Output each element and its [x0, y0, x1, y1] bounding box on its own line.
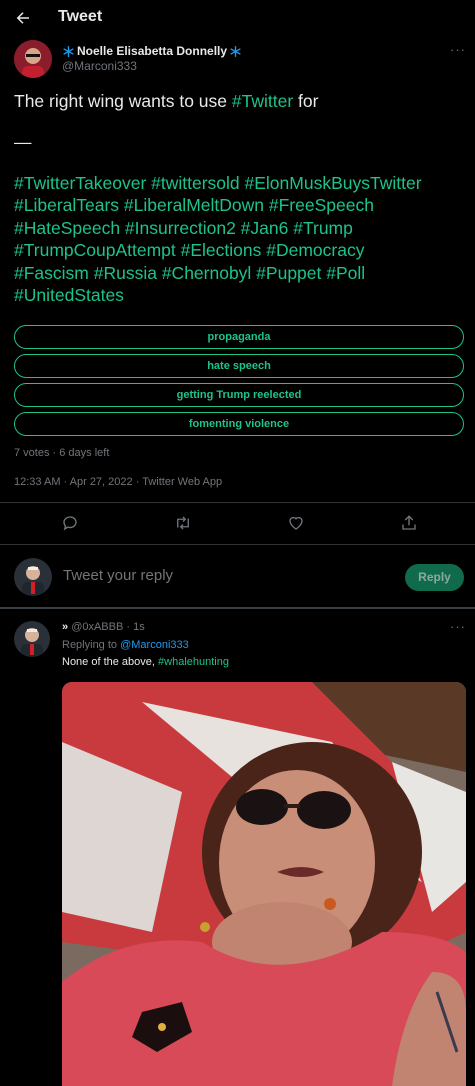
hashtag-link[interactable]: #Twitter [232, 91, 293, 111]
page-title: Tweet [58, 8, 103, 25]
poll-option-hate-speech[interactable]: hate speech [14, 354, 464, 378]
replying-prefix: Replying to [62, 639, 121, 651]
divider [0, 502, 475, 503]
divider [0, 607, 475, 609]
reply-author-handle: @0xABBB [71, 621, 124, 633]
reply-author-name: » [62, 621, 69, 633]
reply-icon[interactable] [61, 514, 79, 532]
poll-option-violence[interactable]: fomenting violence [14, 412, 464, 436]
reply-author[interactable]: » @0xABBB · 1s [62, 621, 145, 633]
hashtag-line[interactable]: #LiberalTears #LiberalMeltDown #FreeSpee… [14, 194, 464, 217]
snowflake-icon [230, 45, 241, 57]
replying-to: Replying to @Marconi333 [62, 639, 189, 651]
reply-text-segment: None of the above, [62, 656, 159, 668]
reply-hashtag[interactable]: #whalehunting [158, 656, 229, 668]
top-bar: Tweet [0, 0, 475, 36]
like-heart-icon[interactable] [287, 514, 305, 532]
poll-option-propaganda[interactable]: propaganda [14, 325, 464, 349]
tweet-text-segment: for [293, 91, 319, 111]
tweet-timestamp[interactable]: 12:33 AM · Apr 27, 2022 · Twitter Web Ap… [14, 476, 222, 488]
reply-more-options-icon[interactable]: ··· [450, 619, 466, 634]
author-handle[interactable]: @Marconi333 [62, 59, 137, 73]
hashtag-line[interactable]: #TwitterTakeover #twittersold #ElonMuskB… [14, 172, 464, 195]
tweet-text-segment: The right wing wants to use [14, 91, 232, 111]
author-avatar[interactable] [14, 40, 52, 78]
hashtag-line[interactable]: #TrumpCoupAttempt #Elections #Democracy [14, 239, 464, 262]
author-name-text: Noelle Elisabetta Donnelly [77, 44, 228, 58]
poll-status: 7 votes · 6 days left [14, 447, 110, 459]
reply-time: · 1s [126, 621, 145, 633]
tweet-body: The right wing wants to use #Twitter for… [14, 90, 464, 307]
divider [0, 544, 475, 545]
hashtag-line[interactable]: #HateSpeech #Insurrection2 #Jan6 #Trump [14, 217, 464, 240]
snowflake-icon [63, 45, 74, 57]
dash-line: — [14, 132, 32, 152]
poll-option-trump-reelected[interactable]: getting Trump reelected [14, 383, 464, 407]
replying-to-handle[interactable]: @Marconi333 [120, 639, 189, 651]
reply-photo[interactable] [62, 682, 466, 1086]
user-avatar[interactable] [14, 558, 52, 596]
reply-button[interactable]: Reply [405, 564, 464, 591]
retweet-icon[interactable] [174, 514, 192, 532]
back-arrow-icon[interactable] [14, 9, 32, 27]
tweet-line: The right wing wants to use #Twitter for [14, 90, 464, 113]
reply-author-avatar[interactable] [14, 621, 50, 657]
author-name[interactable]: Noelle Elisabetta Donnelly [62, 44, 242, 58]
more-options-icon[interactable]: ··· [450, 42, 466, 57]
reply-text: None of the above, #whalehunting [62, 656, 229, 668]
hashtag-line[interactable]: #UnitedStates [14, 284, 464, 307]
share-icon[interactable] [400, 514, 418, 532]
reply-input[interactable]: Tweet your reply [63, 567, 173, 584]
hashtag-line[interactable]: #Fascism #Russia #Chernobyl #Puppet #Pol… [14, 262, 464, 285]
